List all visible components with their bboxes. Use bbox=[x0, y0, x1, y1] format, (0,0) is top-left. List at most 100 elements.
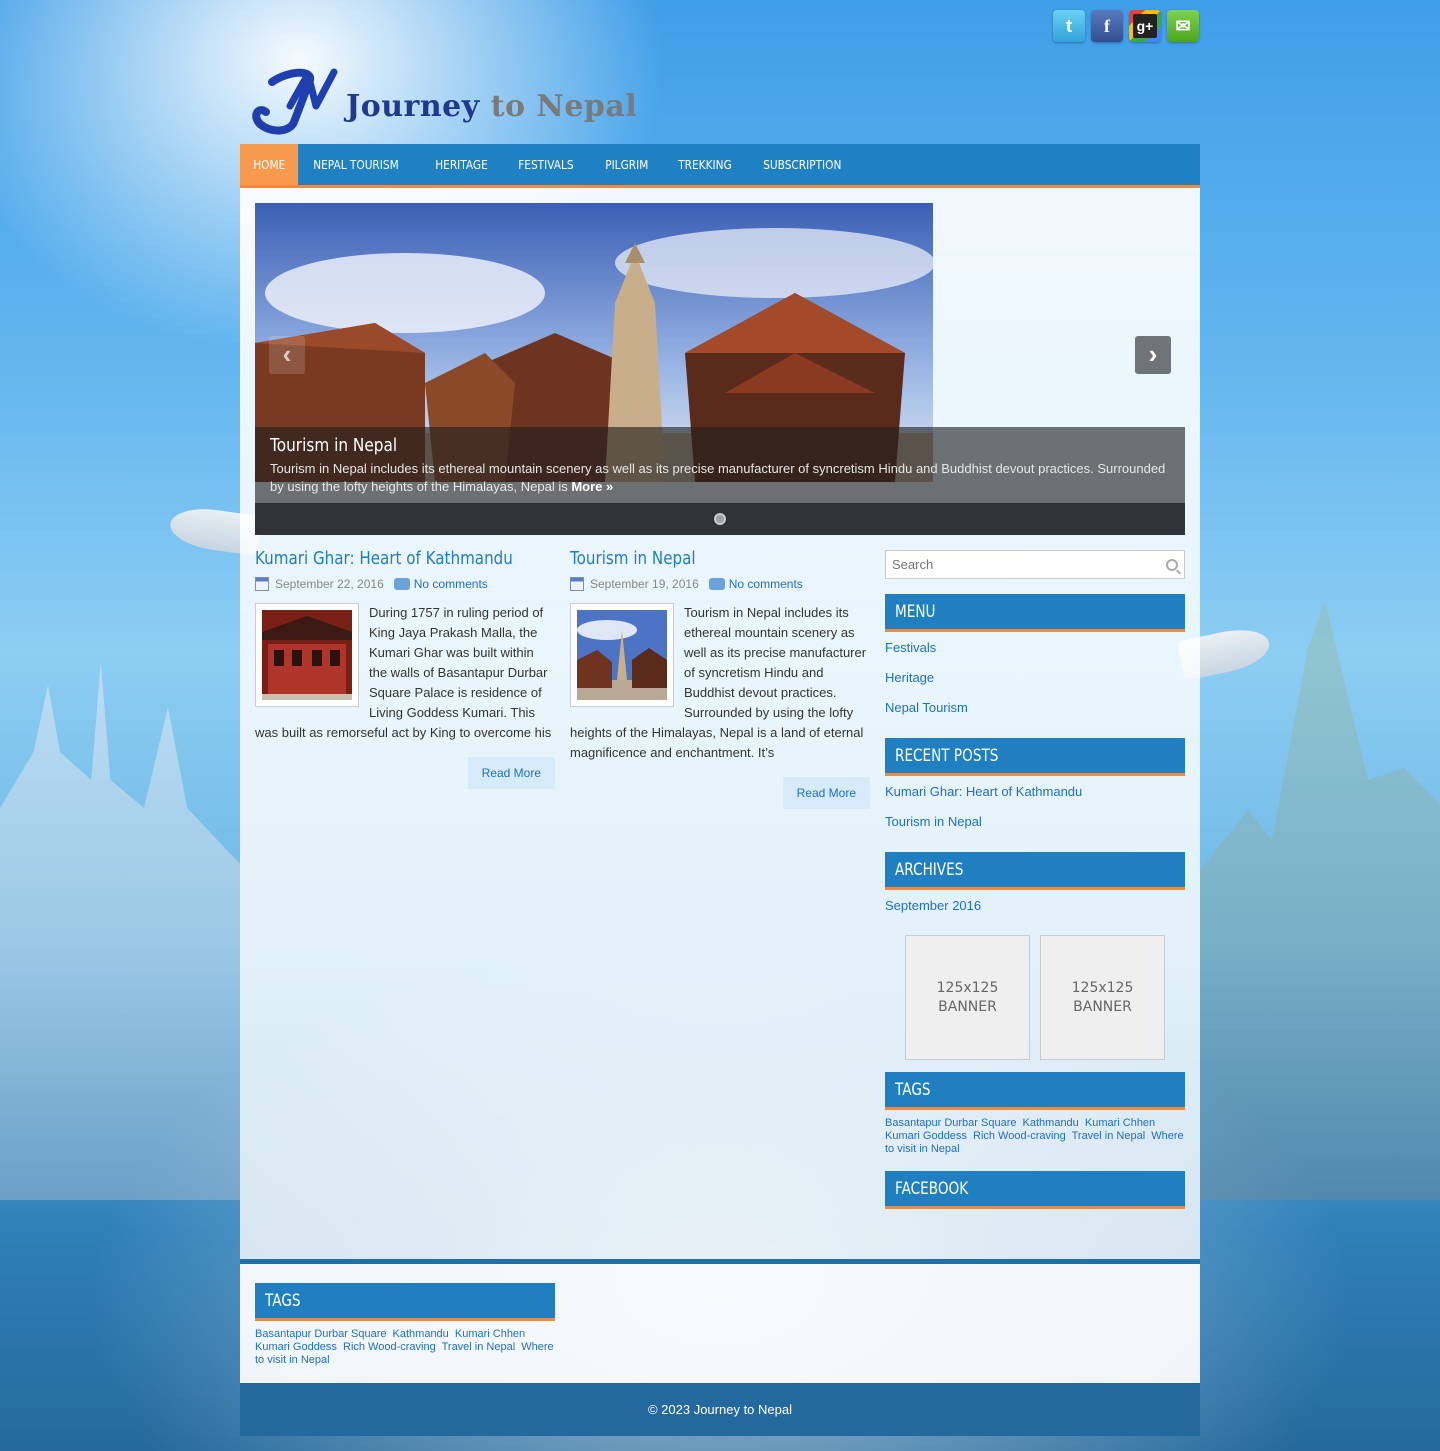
tag-cloud: Basantapur Durbar Square Kathmandu Kumar… bbox=[255, 1321, 555, 1367]
site-title-first: Journey bbox=[346, 88, 480, 124]
post-title[interactable]: Kumari Ghar: Heart of Kathmandu bbox=[255, 548, 513, 569]
widget-header-recent-posts: Recent Posts bbox=[885, 738, 1185, 776]
facebook-icon[interactable]: f bbox=[1091, 10, 1123, 42]
ad-banner[interactable]: 125x125 BANNER bbox=[1040, 935, 1165, 1060]
nav-home[interactable]: Home bbox=[240, 144, 299, 185]
banner-label: BANNER bbox=[1073, 998, 1132, 1015]
banner-size: 125x125 bbox=[1071, 979, 1134, 996]
sidebar: Menu Festivals Heritage Nepal Tourism Re… bbox=[885, 550, 1185, 1209]
post-comments-link[interactable]: No comments bbox=[414, 577, 488, 591]
tag-link[interactable]: Travel in Nepal bbox=[1072, 1130, 1146, 1142]
tag-link[interactable]: Kumari Goddess bbox=[255, 1341, 337, 1353]
footer-tags-widget: Tags Basantapur Durbar Square Kathmandu … bbox=[255, 1283, 555, 1367]
calendar-icon bbox=[255, 577, 269, 591]
slide-caption: Tourism in Nepal Tourism in Nepal includ… bbox=[255, 427, 1185, 503]
copyright-bar: © 2023 Journey to Nepal bbox=[240, 1383, 1200, 1436]
main-nav: Home Nepal Tourism Heritage Festivals Pi… bbox=[240, 144, 1200, 188]
menu-link-festivals[interactable]: Festivals bbox=[885, 633, 1185, 663]
widget-title: Archives bbox=[895, 860, 964, 880]
nav-nepal-tourism[interactable]: Nepal Tourism bbox=[300, 144, 412, 185]
post-body: During 1757 in ruling period of King Jay… bbox=[255, 603, 555, 789]
calendar-icon bbox=[570, 577, 584, 591]
twitter-icon[interactable]: t bbox=[1053, 10, 1085, 42]
widget-header-tags: Tags bbox=[885, 1072, 1185, 1110]
comment-icon bbox=[393, 578, 410, 590]
ad-banner[interactable]: 125x125 BANNER bbox=[905, 935, 1030, 1060]
widget-title: Menu bbox=[895, 602, 936, 622]
copyright-text: © 2023 Journey to Nepal bbox=[647, 1402, 792, 1417]
menu-link-nepal-tourism[interactable]: Nepal Tourism bbox=[885, 693, 1185, 723]
tag-link[interactable]: Basantapur Durbar Square bbox=[255, 1328, 386, 1340]
tag-link[interactable]: Kumari Chhen bbox=[455, 1328, 525, 1340]
menu-list: Festivals Heritage Nepal Tourism bbox=[885, 632, 1185, 723]
archives-list: September 2016 bbox=[885, 890, 1185, 921]
widget-title: Recent Posts bbox=[895, 746, 999, 766]
slide-more-link[interactable]: More » bbox=[571, 479, 613, 494]
ad-banners: 125x125 BANNER 125x125 BANNER bbox=[885, 935, 1185, 1060]
nav-pilgrim[interactable]: Pilgrim bbox=[592, 144, 662, 185]
social-links: t f g+ ✉ bbox=[1053, 10, 1199, 42]
post-body: Tourism in Nepal includes its ethereal m… bbox=[570, 603, 870, 809]
recent-posts-list: Kumari Ghar: Heart of Kathmandu Tourism … bbox=[885, 776, 1185, 837]
nav-trekking[interactable]: Trekking bbox=[665, 144, 745, 185]
post-card: Tourism in Nepal September 19, 2016 No c… bbox=[570, 548, 870, 809]
search-box bbox=[885, 550, 1185, 579]
tag-link[interactable]: Kathmandu bbox=[393, 1328, 449, 1340]
post-card: Kumari Ghar: Heart of Kathmandu Septembe… bbox=[255, 548, 555, 789]
post-thumbnail[interactable] bbox=[255, 603, 359, 707]
nav-festivals[interactable]: Festivals bbox=[505, 144, 587, 185]
site-logo[interactable]: Journey to Nepal bbox=[250, 66, 637, 136]
read-more-button[interactable]: Read More bbox=[782, 777, 870, 809]
tag-link[interactable]: Rich Wood-craving bbox=[343, 1341, 436, 1353]
banner-size: 125x125 bbox=[936, 979, 999, 996]
menu-link-heritage[interactable]: Heritage bbox=[885, 663, 1185, 693]
tag-link[interactable]: Basantapur Durbar Square bbox=[885, 1117, 1016, 1129]
post-meta: September 22, 2016 No comments bbox=[255, 577, 555, 591]
slider-next-button[interactable]: › bbox=[1135, 336, 1171, 374]
recent-post-link[interactable]: Kumari Ghar: Heart of Kathmandu bbox=[885, 777, 1185, 807]
google-plus-icon[interactable]: g+ bbox=[1129, 10, 1161, 42]
banner-label: BANNER bbox=[938, 998, 997, 1015]
widget-title: Facebook bbox=[895, 1179, 969, 1199]
tag-link[interactable]: Travel in Nepal bbox=[442, 1341, 516, 1353]
site-title-rest: to Nepal bbox=[479, 88, 638, 124]
comment-icon bbox=[708, 578, 725, 590]
widget-header-footer-tags: Tags bbox=[255, 1283, 555, 1321]
widget-title: Tags bbox=[265, 1291, 301, 1311]
post-title[interactable]: Tourism in Nepal bbox=[570, 548, 822, 569]
search-input[interactable] bbox=[892, 557, 1152, 572]
archive-link[interactable]: September 2016 bbox=[885, 891, 1185, 921]
read-more-button[interactable]: Read More bbox=[467, 757, 555, 789]
post-date: September 22, 2016 bbox=[275, 577, 384, 591]
nav-subscription[interactable]: Subscription bbox=[750, 144, 855, 185]
widget-header-menu: Menu bbox=[885, 594, 1185, 632]
footer-widgets: Tags Basantapur Durbar Square Kathmandu … bbox=[240, 1259, 1200, 1384]
featured-slider: ‹ › Tourism in Nepal Tourism in Nepal in… bbox=[255, 203, 1185, 535]
slide-text: Tourism in Nepal includes its ethereal m… bbox=[270, 460, 1170, 496]
landmarks-right-decoration bbox=[1200, 600, 1440, 1200]
slide-title[interactable]: Tourism in Nepal bbox=[270, 435, 1035, 456]
slider-dot[interactable] bbox=[714, 513, 726, 525]
tag-link[interactable]: Rich Wood-craving bbox=[973, 1130, 1066, 1142]
nav-heritage[interactable]: Heritage bbox=[422, 144, 501, 185]
tag-link[interactable]: Kathmandu bbox=[1023, 1117, 1079, 1129]
email-icon[interactable]: ✉ bbox=[1167, 10, 1199, 42]
widget-header-facebook: Facebook bbox=[885, 1171, 1185, 1209]
recent-post-link[interactable]: Tourism in Nepal bbox=[885, 807, 1185, 837]
slider-prev-button[interactable]: ‹ bbox=[269, 336, 305, 374]
post-thumbnail[interactable] bbox=[570, 603, 674, 707]
landmarks-left-decoration bbox=[0, 662, 240, 1200]
widget-header-archives: Archives bbox=[885, 852, 1185, 890]
tag-cloud: Basantapur Durbar Square Kathmandu Kumar… bbox=[885, 1110, 1185, 1156]
site-title: Journey to Nepal bbox=[346, 89, 637, 124]
post-meta: September 19, 2016 No comments bbox=[570, 577, 870, 591]
slide-text-body: Tourism in Nepal includes its ethereal m… bbox=[270, 461, 1166, 494]
widget-title: Tags bbox=[895, 1080, 931, 1100]
tag-link[interactable]: Kumari Goddess bbox=[885, 1130, 967, 1142]
logo-jn-icon bbox=[252, 68, 338, 135]
search-icon[interactable] bbox=[1166, 558, 1178, 571]
tag-link[interactable]: Kumari Chhen bbox=[1085, 1117, 1155, 1129]
post-date: September 19, 2016 bbox=[590, 577, 699, 591]
post-comments-link[interactable]: No comments bbox=[729, 577, 803, 591]
slider-pager bbox=[255, 503, 1185, 535]
